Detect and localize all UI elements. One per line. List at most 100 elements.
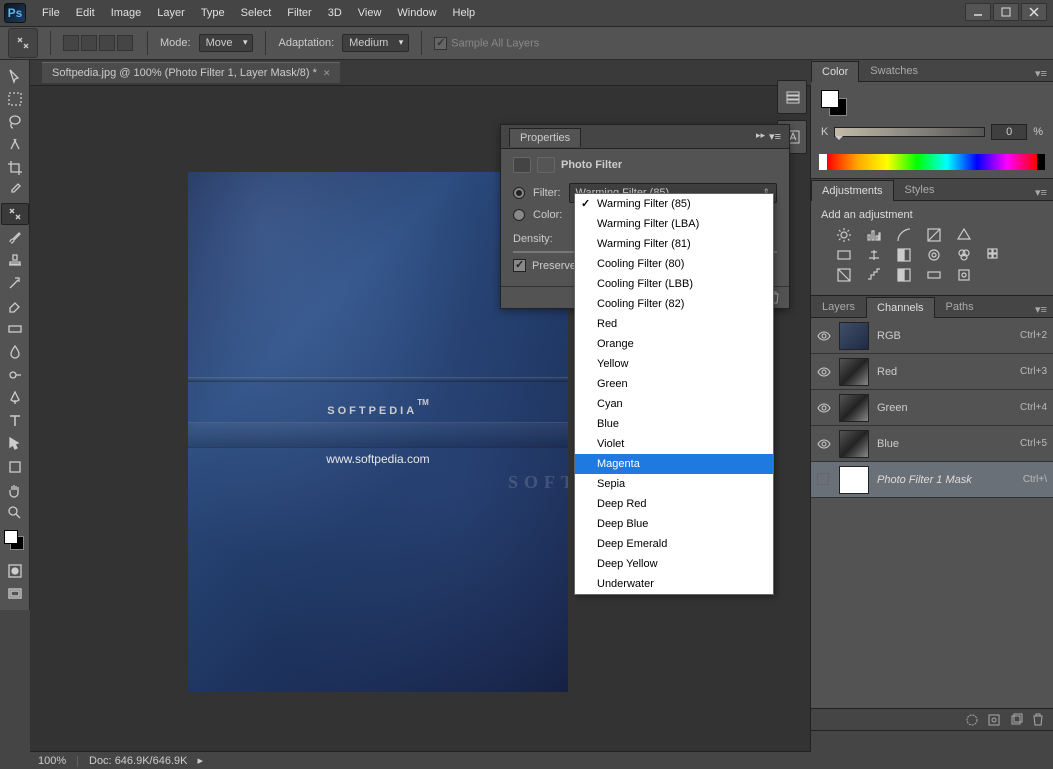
hand-tool[interactable]: [1, 479, 29, 501]
lasso-tool[interactable]: [1, 111, 29, 133]
dropdown-item[interactable]: Cooling Filter (LBB): [575, 274, 773, 294]
hue-icon[interactable]: [835, 247, 853, 263]
delete-channel-icon[interactable]: [1031, 713, 1045, 727]
menu-type[interactable]: Type: [193, 3, 233, 23]
align-option-1[interactable]: [63, 35, 79, 51]
save-selection-icon[interactable]: [987, 713, 1001, 727]
tab-paths[interactable]: Paths: [935, 296, 985, 317]
tab-swatches[interactable]: Swatches: [859, 60, 929, 81]
dropdown-item[interactable]: Sepia: [575, 474, 773, 494]
dropdown-item[interactable]: Warming Filter (LBA): [575, 214, 773, 234]
eyedropper-tool[interactable]: [1, 180, 29, 202]
dropdown-item[interactable]: Red: [575, 314, 773, 334]
visibility-icon[interactable]: [817, 437, 831, 451]
dropdown-item[interactable]: Deep Red: [575, 494, 773, 514]
path-select-tool[interactable]: [1, 433, 29, 455]
history-brush-tool[interactable]: [1, 272, 29, 294]
tab-color[interactable]: Color: [811, 61, 859, 82]
blur-tool[interactable]: [1, 341, 29, 363]
crop-tool[interactable]: [1, 157, 29, 179]
curves-icon[interactable]: [895, 227, 913, 243]
gradient-map-icon[interactable]: [925, 267, 943, 283]
dropdown-item[interactable]: Blue: [575, 414, 773, 434]
eraser-tool[interactable]: [1, 295, 29, 317]
zoom-tool[interactable]: [1, 502, 29, 524]
visibility-icon[interactable]: [817, 401, 831, 415]
status-menu-icon[interactable]: ▸: [197, 754, 203, 767]
visibility-icon[interactable]: [817, 365, 831, 379]
dropdown-item[interactable]: Deep Blue: [575, 514, 773, 534]
panel-menu-icon[interactable]: ▾≡: [1033, 301, 1049, 317]
close-tab-icon[interactable]: ✕: [323, 68, 331, 79]
brush-tool[interactable]: [1, 226, 29, 248]
channel-row[interactable]: GreenCtrl+4: [811, 390, 1053, 426]
photo-filter-icon[interactable]: [925, 247, 943, 263]
align-option-4[interactable]: [117, 35, 133, 51]
dropdown-item[interactable]: Underwater: [575, 574, 773, 594]
tab-channels[interactable]: Channels: [866, 297, 934, 318]
posterize-icon[interactable]: [865, 267, 883, 283]
maximize-button[interactable]: [993, 3, 1019, 21]
dropdown-item[interactable]: Cooling Filter (80): [575, 254, 773, 274]
dropdown-item[interactable]: Cyan: [575, 394, 773, 414]
bw-icon[interactable]: [895, 247, 913, 263]
mode-select[interactable]: Move: [199, 34, 254, 52]
tab-adjustments[interactable]: Adjustments: [811, 180, 894, 201]
menu-help[interactable]: Help: [445, 3, 484, 23]
stamp-tool[interactable]: [1, 249, 29, 271]
levels-icon[interactable]: [865, 227, 883, 243]
visibility-icon[interactable]: [817, 473, 831, 487]
close-button[interactable]: [1021, 3, 1047, 21]
channel-row[interactable]: Photo Filter 1 MaskCtrl+\: [811, 462, 1053, 498]
zoom-value[interactable]: 100%: [38, 755, 66, 767]
quick-select-tool[interactable]: [1, 134, 29, 156]
menu-edit[interactable]: Edit: [68, 3, 103, 23]
collapse-icon[interactable]: ▸▸: [756, 130, 765, 143]
channel-row[interactable]: RGBCtrl+2: [811, 318, 1053, 354]
panel-menu-icon[interactable]: ▾≡: [1033, 65, 1049, 81]
tab-properties[interactable]: Properties: [509, 128, 581, 147]
menu-window[interactable]: Window: [389, 3, 444, 23]
dropdown-item[interactable]: Deep Emerald: [575, 534, 773, 554]
minimize-button[interactable]: [965, 3, 991, 21]
tab-styles[interactable]: Styles: [894, 179, 946, 200]
exposure-icon[interactable]: [925, 227, 943, 243]
invert-icon[interactable]: [835, 267, 853, 283]
dropdown-item[interactable]: Yellow: [575, 354, 773, 374]
color-lookup-icon[interactable]: [985, 247, 1003, 263]
dropdown-item[interactable]: Orange: [575, 334, 773, 354]
history-panel-icon[interactable]: [780, 85, 806, 109]
dropdown-item[interactable]: Magenta: [575, 454, 773, 474]
align-option-3[interactable]: [99, 35, 115, 51]
type-tool[interactable]: [1, 410, 29, 432]
menu-file[interactable]: File: [34, 3, 68, 23]
panel-menu-icon[interactable]: ▾≡: [769, 130, 781, 143]
k-slider[interactable]: [834, 127, 985, 137]
dropdown-item[interactable]: Warming Filter (85): [575, 194, 773, 214]
dropdown-item[interactable]: Green: [575, 374, 773, 394]
dropdown-item[interactable]: Deep Yellow: [575, 554, 773, 574]
menu-view[interactable]: View: [350, 3, 390, 23]
load-selection-icon[interactable]: [965, 713, 979, 727]
visibility-icon[interactable]: [817, 329, 831, 343]
document-tab[interactable]: Softpedia.jpg @ 100% (Photo Filter 1, La…: [42, 62, 340, 83]
menu-image[interactable]: Image: [103, 3, 150, 23]
pen-tool[interactable]: [1, 387, 29, 409]
dodge-tool[interactable]: [1, 364, 29, 386]
brightness-icon[interactable]: [835, 227, 853, 243]
color-radio[interactable]: [513, 209, 525, 221]
gradient-tool[interactable]: [1, 318, 29, 340]
menu-filter[interactable]: Filter: [279, 3, 319, 23]
color-balance-icon[interactable]: [865, 247, 883, 263]
new-channel-icon[interactable]: [1009, 713, 1023, 727]
quick-mask-tool[interactable]: [1, 560, 29, 582]
fg-bg-swatch[interactable]: [821, 90, 851, 120]
tool-preset-icon[interactable]: [8, 28, 38, 58]
menu-3d[interactable]: 3D: [320, 3, 350, 23]
panel-menu-icon[interactable]: ▾≡: [1033, 184, 1049, 200]
sample-all-layers-checkbox[interactable]: Sample All Layers: [434, 37, 539, 50]
tab-layers[interactable]: Layers: [811, 296, 866, 317]
threshold-icon[interactable]: [895, 267, 913, 283]
marquee-tool[interactable]: [1, 88, 29, 110]
align-option-2[interactable]: [81, 35, 97, 51]
